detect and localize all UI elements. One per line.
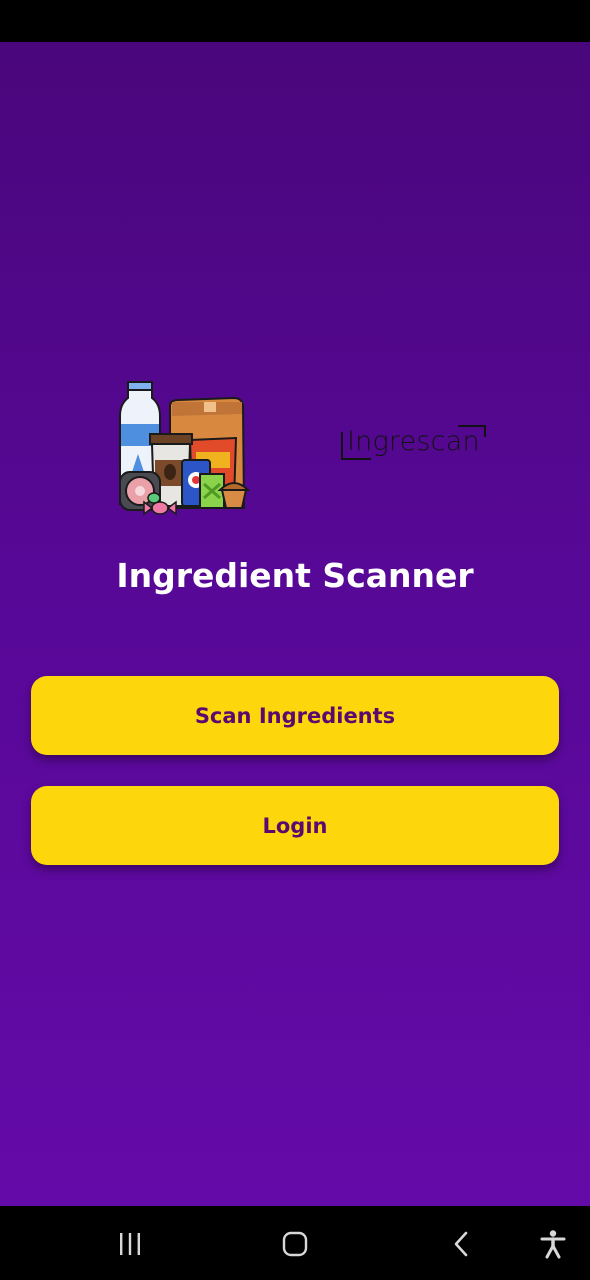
back-icon[interactable]: [441, 1224, 481, 1264]
login-button[interactable]: Login: [31, 786, 559, 865]
page-title: Ingredient Scanner: [116, 556, 474, 595]
home-icon[interactable]: [275, 1224, 315, 1264]
app-screen: Ingrescan Ingredient Scanner Scan Ingred…: [0, 42, 590, 1206]
status-bar: [0, 0, 590, 42]
login-label: Login: [262, 813, 328, 838]
scan-ingredients-button[interactable]: Scan Ingredients: [31, 676, 559, 755]
brand-logo: Ingrescan: [338, 422, 492, 468]
recent-apps-icon[interactable]: [110, 1224, 150, 1264]
accessibility-icon[interactable]: [533, 1224, 573, 1264]
scan-ingredients-label: Scan Ingredients: [194, 703, 396, 728]
hero-illustration: [0, 380, 590, 520]
groceries-illustration: [119, 381, 251, 516]
brand-name: Ingrescan: [347, 426, 480, 457]
system-nav-bar: [0, 1206, 590, 1280]
